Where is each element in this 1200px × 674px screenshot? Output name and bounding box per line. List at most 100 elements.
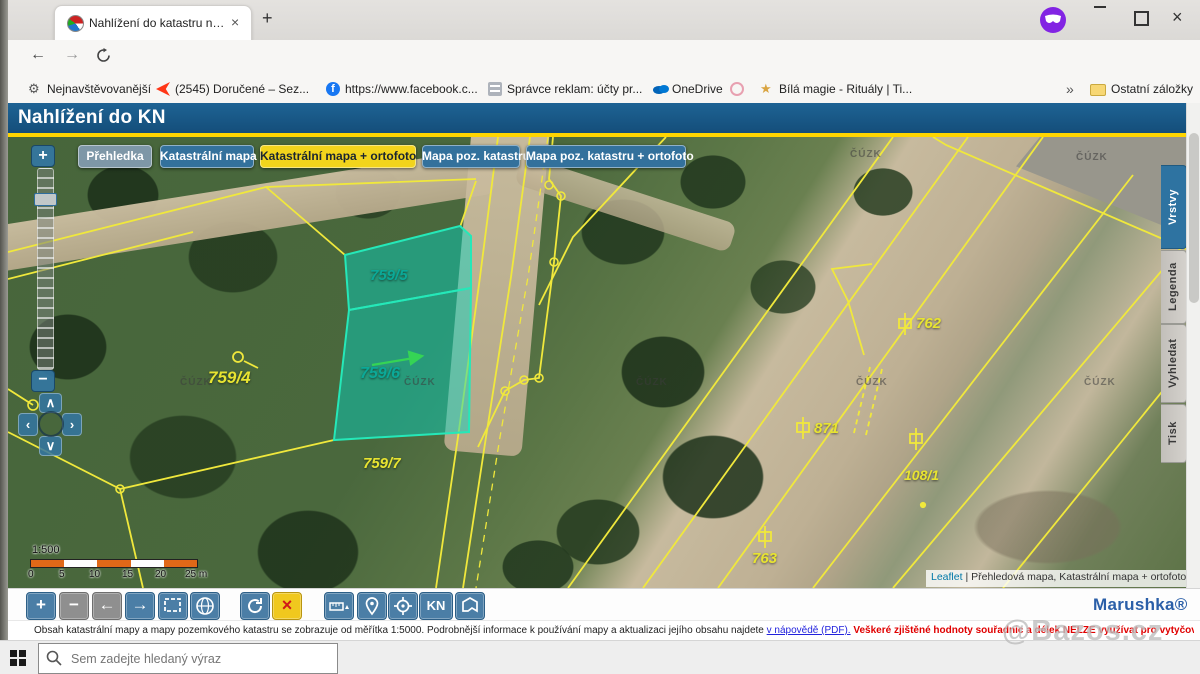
new-tab-button[interactable]: + <box>262 8 273 29</box>
toolbar-kn-button[interactable]: KN <box>419 592 453 620</box>
gear-icon: ⚙ <box>28 82 42 96</box>
bookmark-facebook[interactable]: f https://www.facebook.c... <box>326 80 478 98</box>
circle-icon <box>730 82 744 96</box>
side-tab-legenda[interactable]: Legenda <box>1161 250 1186 324</box>
layer-button-katastralni-mapa[interactable]: Katastrální mapa <box>160 145 254 168</box>
side-tab-vyhledat[interactable]: Vyhledat <box>1161 324 1186 403</box>
parcel-label-759-7: 759/7 <box>363 455 401 472</box>
bookmark-inbox[interactable]: (2545) Doručené – Sez... <box>156 80 309 98</box>
side-tab-tisk[interactable]: Tisk <box>1161 404 1186 463</box>
attribution-layers: Přehledová mapa, Katastrální mapa + orto… <box>971 571 1186 583</box>
private-browsing-icon <box>1040 7 1066 33</box>
zoom-slider-handle[interactable] <box>34 193 57 206</box>
map-attribution: Leaflet | Přehledová mapa, Katastrální m… <box>926 570 1186 587</box>
taskbar-search[interactable] <box>38 643 338 674</box>
bookmark-label: Nejnavštěvovanější <box>47 82 151 96</box>
other-bookmarks-folder[interactable]: Ostatní záložky <box>1090 80 1193 98</box>
toolbar-globe-button[interactable] <box>190 592 220 620</box>
parcel-boundary-lines <box>8 137 1186 588</box>
map-zoom-in-button[interactable]: + <box>31 145 55 167</box>
bookmark-onedrive[interactable]: OneDrive <box>653 80 723 98</box>
search-input[interactable] <box>69 645 328 672</box>
toolbar-zoom-out-button[interactable]: − <box>59 592 89 620</box>
side-tab-vrstvy[interactable]: Vrstvy <box>1161 165 1186 249</box>
scale-tick: 0 <box>28 569 34 580</box>
toolbar-marker-button[interactable] <box>357 592 387 620</box>
bookmark-label: (2545) Doručené – Sez... <box>175 82 309 96</box>
map-viewport[interactable]: 759/5 759/6 759/4 759/7 762 871 108/1 76… <box>8 137 1186 588</box>
map-zoom-out-button[interactable]: − <box>31 370 55 392</box>
pan-right-button[interactable]: › <box>62 413 82 436</box>
parcel-label-763: 763 <box>752 550 777 567</box>
pan-left-button[interactable]: ‹ <box>18 413 38 436</box>
browser-navbar: ← → https://sgi-nahlizenidokn.cuzk.cz/ma… <box>8 40 1200 74</box>
toolbar-measure-button[interactable] <box>324 592 354 620</box>
forward-button[interactable]: → <box>64 46 80 64</box>
parcel-label-759-5: 759/5 <box>370 267 408 284</box>
attribution-separator: | <box>965 571 968 583</box>
page-scrollbar[interactable] <box>1186 103 1200 640</box>
bookmark-most-visited[interactable]: ⚙ Nejnavštěvovanější <box>28 80 151 98</box>
toolbar-zoom-in-button[interactable]: + <box>26 592 56 620</box>
scale-bar <box>30 559 198 568</box>
tab-close-icon[interactable]: × <box>231 14 239 30</box>
site-favicon-icon <box>67 15 84 32</box>
status-bar: Obsah katastrální mapy a mapy pozemkovéh… <box>8 620 1200 641</box>
toolbar-cancel-button[interactable]: × <box>272 592 302 620</box>
bookmark-label: Bílá magie - Rituály | Ti... <box>779 82 912 96</box>
toolbar-callout-button[interactable] <box>455 592 485 620</box>
windows-taskbar: S ⚙ hp A -1°C ∧ 19:24 6. 3. 2022 <box>0 640 1200 674</box>
parcel-label-762: 762 <box>916 315 941 332</box>
document-icon <box>488 82 502 96</box>
start-button[interactable] <box>10 650 26 666</box>
pan-down-button[interactable]: ∨ <box>39 436 62 456</box>
parcel-label-871: 871 <box>814 420 839 437</box>
bookmarks-bar: ⚙ Nejnavštěvovanější (2545) Doručené – Se… <box>8 74 1200 104</box>
window-minimize-button[interactable] <box>1094 6 1106 8</box>
cuzk-watermark: ČÚZK <box>856 377 888 388</box>
layer-button-prehledka[interactable]: Přehledka <box>78 145 152 168</box>
window-maximize-button[interactable] <box>1134 11 1149 26</box>
facebook-icon: f <box>326 82 340 96</box>
back-button[interactable]: ← <box>30 46 46 64</box>
cuzk-watermark: ČÚZK <box>180 377 212 388</box>
scale-tick: 15 <box>122 569 133 580</box>
bookmark-ads-manager[interactable]: Správce reklam: účty pr... <box>488 80 642 98</box>
layer-button-katastralni-mapa-ortofoto[interactable]: Katastrální mapa + ortofoto <box>260 145 416 168</box>
pan-center-button[interactable] <box>38 411 64 437</box>
scrollbar-thumb[interactable] <box>1189 133 1199 303</box>
browser-tab[interactable]: Nahlížení do katastru nemo × <box>54 5 252 41</box>
onedrive-cloud-icon <box>653 82 667 96</box>
help-pdf-link[interactable]: v nápovědě (PDF). <box>767 625 851 636</box>
other-bookmarks-label: Ostatní záložky <box>1111 82 1193 96</box>
sparkle-icon: ★ <box>760 82 774 96</box>
highlighted-parcels[interactable] <box>334 226 471 440</box>
bookmark-label: https://www.facebook.c... <box>345 82 478 96</box>
bookmark-unnamed[interactable] <box>730 80 744 98</box>
toolbar-center-button[interactable] <box>388 592 418 620</box>
toolbar-refresh-button[interactable] <box>240 592 270 620</box>
leaflet-link[interactable]: Leaflet <box>931 571 963 583</box>
toolbar-zoom-rectangle-button[interactable] <box>158 592 188 620</box>
cuzk-watermark: ČÚZK <box>1084 377 1116 388</box>
toolbar-forward-button[interactable]: → <box>125 592 155 620</box>
pan-up-button[interactable]: ∧ <box>39 393 62 413</box>
window-edge <box>0 0 8 640</box>
bookmark-label: Správce reklam: účty pr... <box>507 82 642 96</box>
reload-button[interactable] <box>96 48 111 68</box>
bookmarks-overflow-chevron[interactable]: » <box>1066 80 1074 98</box>
layer-button-mapa-poz-katastru[interactable]: Mapa poz. katastru <box>422 145 520 168</box>
cuzk-watermark: ČÚZK <box>850 149 882 160</box>
scale-tick: 10 <box>89 569 100 580</box>
browser-tabstrip: Nahlížení do katastru nemo × + × <box>8 0 1200 41</box>
layer-button-mapa-poz-katastru-ortofoto[interactable]: Mapa poz. katastru + ortofoto <box>526 145 686 168</box>
map-toolbar: + − ← → × KN Marushka® <box>8 588 1200 621</box>
parcel-759-6-shape[interactable] <box>334 288 471 440</box>
cuzk-watermark: ČÚZK <box>1076 152 1108 163</box>
cuzk-watermark: ČÚZK <box>636 377 668 388</box>
scale-tick: 5 <box>59 569 65 580</box>
window-close-button[interactable]: × <box>1172 8 1183 26</box>
folder-icon <box>1090 84 1106 96</box>
bookmark-white-magic[interactable]: ★ Bílá magie - Rituály | Ti... <box>760 80 912 98</box>
toolbar-back-button[interactable]: ← <box>92 592 122 620</box>
